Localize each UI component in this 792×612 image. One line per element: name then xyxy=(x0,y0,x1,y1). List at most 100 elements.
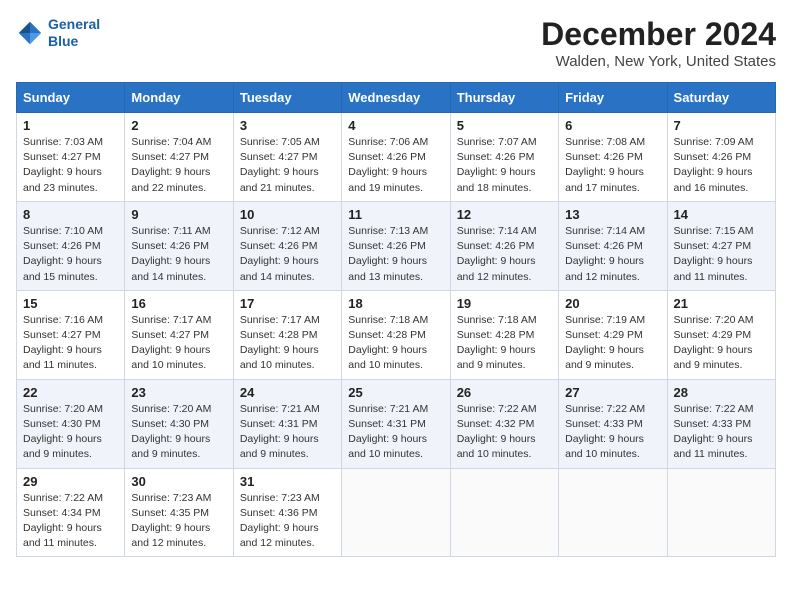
calendar-week-3: 15 Sunrise: 7:16 AM Sunset: 4:27 PM Dayli… xyxy=(17,290,776,379)
day-number: 25 xyxy=(348,385,443,400)
calendar-cell: 29 Sunrise: 7:22 AM Sunset: 4:34 PM Dayli… xyxy=(17,468,125,557)
calendar-cell: 13 Sunrise: 7:14 AM Sunset: 4:26 PM Dayli… xyxy=(559,201,667,290)
logo-text: General Blue xyxy=(48,16,100,50)
calendar-cell: 28 Sunrise: 7:22 AM Sunset: 4:33 PM Dayli… xyxy=(667,379,775,468)
calendar-cell: 31 Sunrise: 7:23 AM Sunset: 4:36 PM Dayli… xyxy=(233,468,341,557)
weekday-header-saturday: Saturday xyxy=(667,83,775,113)
calendar-cell: 4Sunrise: 7:06 AM Sunset: 4:26 PM Daylig… xyxy=(342,113,450,202)
calendar-week-5: 29 Sunrise: 7:22 AM Sunset: 4:34 PM Dayli… xyxy=(17,468,776,557)
day-info: Sunrise: 7:10 AM Sunset: 4:26 PM Dayligh… xyxy=(23,224,118,285)
calendar-week-4: 22Sunrise: 7:20 AM Sunset: 4:30 PM Dayli… xyxy=(17,379,776,468)
day-number: 8 xyxy=(23,207,118,222)
weekday-header-thursday: Thursday xyxy=(450,83,558,113)
calendar-table: SundayMondayTuesdayWednesdayThursdayFrid… xyxy=(16,82,776,557)
day-info: Sunrise: 7:04 AM Sunset: 4:27 PM Dayligh… xyxy=(131,135,226,196)
calendar-cell: 26 Sunrise: 7:22 AM Sunset: 4:32 PM Dayli… xyxy=(450,379,558,468)
day-number: 5 xyxy=(457,118,552,133)
calendar-cell: 3Sunrise: 7:05 AM Sunset: 4:27 PM Daylig… xyxy=(233,113,341,202)
day-number: 30 xyxy=(131,474,226,489)
day-number: 9 xyxy=(131,207,226,222)
day-info: Sunrise: 7:13 AM Sunset: 4:26 PM Dayligh… xyxy=(348,224,443,285)
calendar-cell: 2Sunrise: 7:04 AM Sunset: 4:27 PM Daylig… xyxy=(125,113,233,202)
day-number: 19 xyxy=(457,296,552,311)
page-header: General Blue December 2024 Walden, New Y… xyxy=(16,16,776,70)
day-number: 14 xyxy=(674,207,769,222)
day-info: Sunrise: 7:14 AM Sunset: 4:26 PM Dayligh… xyxy=(457,224,552,285)
page-subtitle: Walden, New York, United States xyxy=(541,53,776,70)
calendar-cell: 27 Sunrise: 7:22 AM Sunset: 4:33 PM Dayli… xyxy=(559,379,667,468)
day-number: 6 xyxy=(565,118,660,133)
day-number: 18 xyxy=(348,296,443,311)
day-info: Sunrise: 7:12 AM Sunset: 4:26 PM Dayligh… xyxy=(240,224,335,285)
day-number: 15 xyxy=(23,296,118,311)
day-number: 31 xyxy=(240,474,335,489)
day-number: 12 xyxy=(457,207,552,222)
calendar-header-row: SundayMondayTuesdayWednesdayThursdayFrid… xyxy=(17,83,776,113)
weekday-header-tuesday: Tuesday xyxy=(233,83,341,113)
day-info: Sunrise: 7:18 AM Sunset: 4:28 PM Dayligh… xyxy=(457,313,552,374)
day-number: 26 xyxy=(457,385,552,400)
logo: General Blue xyxy=(16,16,100,50)
day-info: Sunrise: 7:18 AM Sunset: 4:28 PM Dayligh… xyxy=(348,313,443,374)
day-info: Sunrise: 7:17 AM Sunset: 4:27 PM Dayligh… xyxy=(131,313,226,374)
calendar-cell: 7Sunrise: 7:09 AM Sunset: 4:26 PM Daylig… xyxy=(667,113,775,202)
day-info: Sunrise: 7:22 AM Sunset: 4:33 PM Dayligh… xyxy=(674,402,769,463)
day-info: Sunrise: 7:06 AM Sunset: 4:26 PM Dayligh… xyxy=(348,135,443,196)
calendar-body: 1 Sunrise: 7:03 AM Sunset: 4:27 PM Daylig… xyxy=(17,113,776,557)
day-info: Sunrise: 7:22 AM Sunset: 4:34 PM Dayligh… xyxy=(23,491,118,552)
day-info: Sunrise: 7:16 AM Sunset: 4:27 PM Dayligh… xyxy=(23,313,118,374)
calendar-cell: 11 Sunrise: 7:13 AM Sunset: 4:26 PM Dayli… xyxy=(342,201,450,290)
day-number: 17 xyxy=(240,296,335,311)
calendar-cell: 1 Sunrise: 7:03 AM Sunset: 4:27 PM Daylig… xyxy=(17,113,125,202)
day-number: 10 xyxy=(240,207,335,222)
day-info: Sunrise: 7:14 AM Sunset: 4:26 PM Dayligh… xyxy=(565,224,660,285)
day-info: Sunrise: 7:21 AM Sunset: 4:31 PM Dayligh… xyxy=(348,402,443,463)
day-number: 21 xyxy=(674,296,769,311)
calendar-cell: 19 Sunrise: 7:18 AM Sunset: 4:28 PM Dayli… xyxy=(450,290,558,379)
day-info: Sunrise: 7:22 AM Sunset: 4:32 PM Dayligh… xyxy=(457,402,552,463)
calendar-week-1: 1 Sunrise: 7:03 AM Sunset: 4:27 PM Daylig… xyxy=(17,113,776,202)
calendar-cell: 15 Sunrise: 7:16 AM Sunset: 4:27 PM Dayli… xyxy=(17,290,125,379)
calendar-cell: 6 Sunrise: 7:08 AM Sunset: 4:26 PM Daylig… xyxy=(559,113,667,202)
day-info: Sunrise: 7:23 AM Sunset: 4:36 PM Dayligh… xyxy=(240,491,335,552)
calendar-header: SundayMondayTuesdayWednesdayThursdayFrid… xyxy=(17,83,776,113)
calendar-cell xyxy=(342,468,450,557)
logo-icon xyxy=(16,19,44,47)
day-number: 11 xyxy=(348,207,443,222)
day-info: Sunrise: 7:03 AM Sunset: 4:27 PM Dayligh… xyxy=(23,135,118,196)
calendar-cell: 24Sunrise: 7:21 AM Sunset: 4:31 PM Dayli… xyxy=(233,379,341,468)
day-info: Sunrise: 7:07 AM Sunset: 4:26 PM Dayligh… xyxy=(457,135,552,196)
day-number: 3 xyxy=(240,118,335,133)
calendar-cell: 18 Sunrise: 7:18 AM Sunset: 4:28 PM Dayli… xyxy=(342,290,450,379)
day-info: Sunrise: 7:22 AM Sunset: 4:33 PM Dayligh… xyxy=(565,402,660,463)
day-number: 24 xyxy=(240,385,335,400)
day-info: Sunrise: 7:08 AM Sunset: 4:26 PM Dayligh… xyxy=(565,135,660,196)
day-number: 22 xyxy=(23,385,118,400)
day-number: 27 xyxy=(565,385,660,400)
calendar-cell: 23Sunrise: 7:20 AM Sunset: 4:30 PM Dayli… xyxy=(125,379,233,468)
calendar-cell: 20Sunrise: 7:19 AM Sunset: 4:29 PM Dayli… xyxy=(559,290,667,379)
day-info: Sunrise: 7:15 AM Sunset: 4:27 PM Dayligh… xyxy=(674,224,769,285)
calendar-cell: 10 Sunrise: 7:12 AM Sunset: 4:26 PM Dayli… xyxy=(233,201,341,290)
page-title: December 2024 xyxy=(541,16,776,53)
weekday-header-sunday: Sunday xyxy=(17,83,125,113)
calendar-cell: 30 Sunrise: 7:23 AM Sunset: 4:35 PM Dayli… xyxy=(125,468,233,557)
calendar-cell: 25 Sunrise: 7:21 AM Sunset: 4:31 PM Dayli… xyxy=(342,379,450,468)
calendar-cell: 5 Sunrise: 7:07 AM Sunset: 4:26 PM Daylig… xyxy=(450,113,558,202)
day-number: 28 xyxy=(674,385,769,400)
calendar-cell: 16Sunrise: 7:17 AM Sunset: 4:27 PM Dayli… xyxy=(125,290,233,379)
title-block: December 2024 Walden, New York, United S… xyxy=(541,16,776,70)
calendar-cell: 22Sunrise: 7:20 AM Sunset: 4:30 PM Dayli… xyxy=(17,379,125,468)
calendar-cell xyxy=(559,468,667,557)
day-number: 13 xyxy=(565,207,660,222)
calendar-cell: 9Sunrise: 7:11 AM Sunset: 4:26 PM Daylig… xyxy=(125,201,233,290)
weekday-header-friday: Friday xyxy=(559,83,667,113)
day-number: 1 xyxy=(23,118,118,133)
day-info: Sunrise: 7:19 AM Sunset: 4:29 PM Dayligh… xyxy=(565,313,660,374)
calendar-cell: 12 Sunrise: 7:14 AM Sunset: 4:26 PM Dayli… xyxy=(450,201,558,290)
day-info: Sunrise: 7:23 AM Sunset: 4:35 PM Dayligh… xyxy=(131,491,226,552)
day-info: Sunrise: 7:20 AM Sunset: 4:29 PM Dayligh… xyxy=(674,313,769,374)
day-number: 29 xyxy=(23,474,118,489)
calendar-cell xyxy=(667,468,775,557)
calendar-cell: 14 Sunrise: 7:15 AM Sunset: 4:27 PM Dayli… xyxy=(667,201,775,290)
